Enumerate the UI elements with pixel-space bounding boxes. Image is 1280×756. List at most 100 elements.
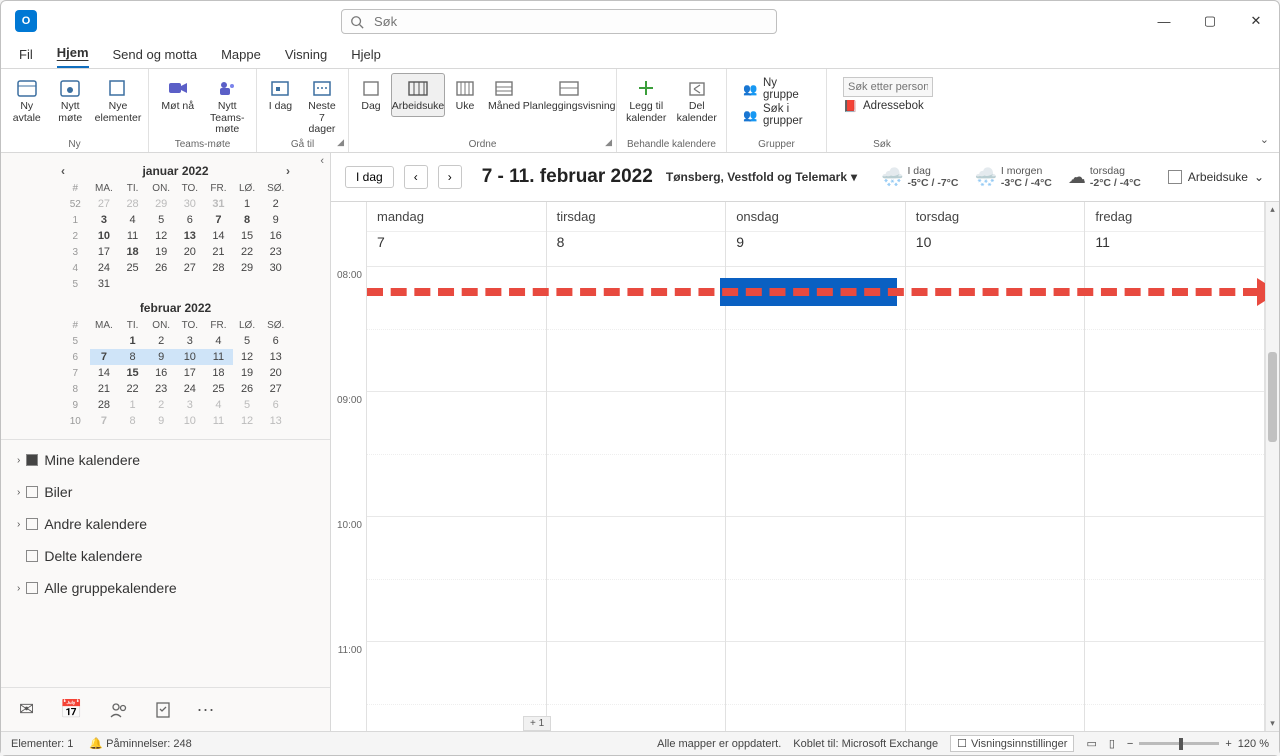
mini-day[interactable]: 10 — [176, 349, 205, 365]
mini-day[interactable]: 10 — [176, 413, 205, 429]
maximize-button[interactable]: ▢ — [1187, 1, 1233, 41]
checkbox-icon[interactable] — [26, 518, 38, 530]
today-button[interactable]: I dag — [345, 166, 394, 188]
more-icon[interactable]: ··· — [197, 699, 215, 720]
mini-day[interactable]: 7 — [204, 212, 233, 228]
close-button[interactable]: ✕ — [1233, 1, 1279, 41]
mini-day[interactable]: 4 — [204, 397, 233, 413]
mini-day[interactable]: 13 — [176, 228, 205, 244]
mini-day[interactable]: 11 — [204, 349, 233, 365]
mini-day[interactable]: 5 — [233, 397, 262, 413]
checkbox-icon[interactable] — [26, 582, 38, 594]
mini-day[interactable]: 12 — [233, 413, 262, 429]
mini-day[interactable]: 8 — [233, 212, 262, 228]
checkbox-icon[interactable] — [26, 550, 38, 562]
dialog-launcher-ordne[interactable]: ◢ — [605, 137, 612, 148]
zoom-slider[interactable] — [1139, 742, 1219, 745]
dag-button[interactable]: Dag — [355, 73, 387, 117]
mini-day[interactable]: 25 — [204, 381, 233, 397]
tab-hjem[interactable]: Hjem — [57, 45, 89, 68]
list-mine-kalendere[interactable]: ›Mine kalendere — [17, 452, 314, 468]
collapse-sidebar-button[interactable]: ‹ — [320, 155, 324, 167]
mini-day[interactable]: 5 — [233, 333, 262, 349]
mini-day[interactable]: 13 — [261, 349, 290, 365]
mini-day[interactable]: 17 — [176, 365, 205, 381]
mini-day[interactable]: 17 — [90, 244, 119, 260]
sok-grupper-button[interactable]: 👥Søk i grupper — [743, 103, 810, 127]
mini-day[interactable]: 3 — [90, 212, 119, 228]
scroll-down-icon[interactable]: ▾ — [1266, 718, 1279, 729]
weather-today[interactable]: 🌨️I dag-5°C / -7°C — [881, 165, 958, 189]
mini-day[interactable]: 8 — [118, 413, 147, 429]
del-kalender-button[interactable]: Del kalender — [674, 73, 721, 128]
mini-day[interactable]: 3 — [176, 333, 205, 349]
checkbox-filled-icon[interactable] — [26, 454, 38, 466]
mini-day[interactable]: 19 — [147, 244, 176, 260]
view-reading-icon[interactable]: ▯ — [1109, 737, 1115, 750]
vertical-scrollbar[interactable]: ▴ ▾ — [1265, 202, 1279, 731]
mot-na-button[interactable]: Møt nå — [155, 73, 201, 140]
weather-tomorrow[interactable]: 🌨️I morgen-3°C / -4°C — [974, 165, 1051, 189]
mini-day[interactable]: 18 — [204, 365, 233, 381]
mini-day[interactable]: 13 — [261, 413, 290, 429]
day-column[interactable]: mandag7 — [367, 202, 547, 731]
mini-day[interactable]: 28 — [204, 260, 233, 276]
mini-day[interactable]: 22 — [233, 244, 262, 260]
day-body[interactable] — [547, 266, 726, 731]
tab-fil[interactable]: Fil — [19, 47, 33, 68]
mini-day[interactable] — [147, 276, 176, 292]
idag-button[interactable]: I dag — [263, 73, 298, 140]
uke-button[interactable]: Uke — [449, 73, 481, 117]
mini-day[interactable]: 30 — [176, 196, 205, 212]
day-body[interactable] — [1085, 266, 1264, 731]
mini-day[interactable]: 12 — [147, 228, 176, 244]
calendar-icon[interactable]: 📅 — [60, 699, 82, 720]
mini-day[interactable]: 19 — [233, 365, 262, 381]
mini-day[interactable]: 29 — [233, 260, 262, 276]
day-column[interactable]: tirsdag8 — [547, 202, 727, 731]
mini-day[interactable]: 16 — [147, 365, 176, 381]
mini-calendar-january[interactable]: ‹januar 2022› #MA.TI.ON.TO.FR.LØ.SØ.5227… — [61, 161, 290, 292]
people-icon[interactable] — [109, 701, 129, 719]
mini-day[interactable]: 20 — [261, 365, 290, 381]
mini-day[interactable]: 31 — [90, 276, 119, 292]
mini-day[interactable]: 24 — [176, 381, 205, 397]
mini-day[interactable]: 27 — [90, 196, 119, 212]
mini-day[interactable] — [261, 276, 290, 292]
mini-day[interactable]: 30 — [261, 260, 290, 276]
mini-day[interactable]: 12 — [233, 349, 262, 365]
day-body[interactable] — [906, 266, 1085, 731]
mini-day[interactable] — [118, 276, 147, 292]
checkbox-icon[interactable] — [26, 486, 38, 498]
mini-day[interactable]: 2 — [147, 397, 176, 413]
mini-day[interactable]: 23 — [261, 244, 290, 260]
mini-day[interactable] — [90, 333, 119, 349]
mini-day[interactable]: 18 — [118, 244, 147, 260]
mini-day[interactable]: 29 — [147, 196, 176, 212]
tab-visning[interactable]: Visning — [285, 47, 327, 68]
tab-mappe[interactable]: Mappe — [221, 47, 261, 68]
mini-day[interactable]: 3 — [176, 397, 205, 413]
list-biler[interactable]: ›Biler — [17, 484, 314, 500]
mini-day[interactable]: 20 — [176, 244, 205, 260]
scroll-up-icon[interactable]: ▴ — [1266, 204, 1279, 215]
ribbon-expand-button[interactable]: ⌄ — [1260, 133, 1269, 146]
zoom-control[interactable]: − + 120 % — [1127, 738, 1269, 750]
list-delte[interactable]: ›Delte kalendere — [17, 548, 314, 564]
mini-day[interactable]: 22 — [118, 381, 147, 397]
mini-day[interactable]: 21 — [204, 244, 233, 260]
day-body[interactable] — [726, 266, 905, 731]
search-input[interactable] — [372, 13, 768, 30]
mini-day[interactable]: 8 — [118, 349, 147, 365]
mini-day[interactable]: 27 — [261, 381, 290, 397]
mini-day[interactable]: 14 — [204, 228, 233, 244]
mini-day[interactable]: 2 — [261, 196, 290, 212]
selected-timeslot[interactable] — [720, 278, 897, 306]
prev-week-button[interactable]: ‹ — [404, 165, 428, 189]
day-body[interactable] — [367, 266, 546, 731]
list-gruppe[interactable]: ›Alle gruppekalendere — [17, 580, 314, 596]
overflow-indicator[interactable]: + 1 — [523, 716, 551, 731]
mini-day[interactable]: 4 — [118, 212, 147, 228]
mini-day[interactable]: 6 — [261, 397, 290, 413]
mini-day[interactable]: 6 — [176, 212, 205, 228]
